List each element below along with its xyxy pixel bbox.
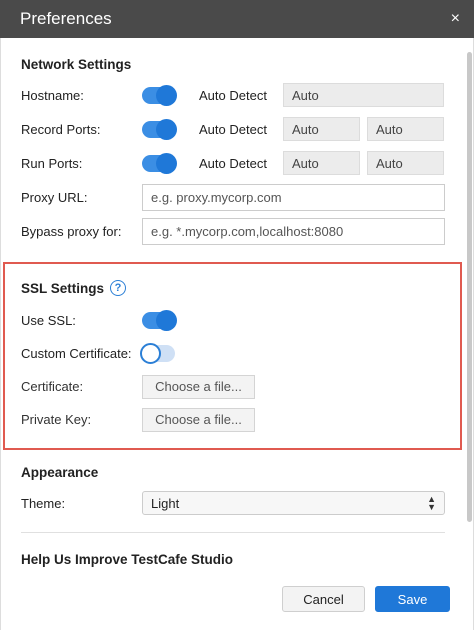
run-port-1-field[interactable]: Auto xyxy=(283,151,360,175)
cancel-button[interactable]: Cancel xyxy=(282,586,365,612)
appearance-title: Appearance xyxy=(21,465,99,480)
run-ports-row: Run Ports: Auto Detect Auto Auto xyxy=(21,146,453,180)
use-ssl-label: Use SSL: xyxy=(21,313,76,328)
scrollbar[interactable] xyxy=(466,38,473,558)
hostname-field[interactable]: Auto xyxy=(283,83,444,107)
dialog-footer: Cancel Save xyxy=(0,568,474,630)
bypass-proxy-input[interactable]: e.g. *.mycorp.com,localhost:8080 xyxy=(142,217,445,245)
title-bar: Preferences × xyxy=(0,0,474,38)
ssl-settings-header: SSL Settings ? xyxy=(21,272,460,304)
certificate-row: Certificate: Choose a file... xyxy=(21,370,460,403)
section-divider xyxy=(21,532,445,533)
certificate-label: Certificate: xyxy=(21,379,84,394)
help-improve-title: Help Us Improve TestCafe Studio xyxy=(21,552,234,567)
close-icon[interactable]: × xyxy=(451,11,460,27)
window-title: Preferences xyxy=(20,9,112,28)
help-icon[interactable]: ? xyxy=(110,280,127,296)
record-port-1-field[interactable]: Auto xyxy=(283,117,360,141)
private-key-choose-file-button[interactable]: Choose a file... xyxy=(142,407,255,432)
hostname-row: Hostname: Auto Detect Auto xyxy=(21,78,453,112)
save-button[interactable]: Save xyxy=(375,586,450,612)
proxy-url-row: Proxy URL: e.g. proxy.mycorp.com xyxy=(21,180,453,214)
record-port-2-field[interactable]: Auto xyxy=(367,117,444,141)
private-key-row: Private Key: Choose a file... xyxy=(21,403,460,436)
run-ports-auto-detect-toggle[interactable] xyxy=(142,152,177,174)
network-settings-title: Network Settings xyxy=(21,57,132,72)
custom-certificate-toggle[interactable] xyxy=(140,343,175,364)
bypass-proxy-label: Bypass proxy for: xyxy=(21,223,122,239)
preferences-content: Network Settings Hostname: Auto Detect A… xyxy=(0,38,474,568)
theme-selected-value: Light xyxy=(151,495,180,511)
bypass-proxy-row: Bypass proxy for: e.g. *.mycorp.com,loca… xyxy=(21,214,453,248)
select-arrows-icon: ▲ ▼ xyxy=(427,494,436,512)
use-ssl-row: Use SSL: xyxy=(21,304,460,337)
ssl-settings-title: SSL Settings xyxy=(21,280,105,296)
proxy-url-label: Proxy URL: xyxy=(21,189,88,205)
record-ports-label: Record Ports: xyxy=(21,121,101,137)
record-ports-mode-label: Auto Detect xyxy=(199,121,267,137)
record-ports-row: Record Ports: Auto Detect Auto Auto xyxy=(21,112,453,146)
theme-select[interactable]: Light ▲ ▼ xyxy=(142,491,445,515)
certificate-choose-file-button[interactable]: Choose a file... xyxy=(142,374,255,399)
private-key-label: Private Key: xyxy=(21,412,92,427)
custom-certificate-label: Custom Certificate: xyxy=(21,346,132,361)
record-ports-auto-detect-toggle[interactable] xyxy=(142,118,177,140)
ssl-settings-section: SSL Settings ? Use SSL: Custom Certifica… xyxy=(3,262,462,450)
network-settings-section: Network Settings Hostname: Auto Detect A… xyxy=(1,38,473,248)
run-port-2-field[interactable]: Auto xyxy=(367,151,444,175)
use-ssl-toggle[interactable] xyxy=(142,310,177,331)
theme-label: Theme: xyxy=(21,495,66,511)
hostname-mode-label: Auto Detect xyxy=(199,87,267,103)
proxy-url-input[interactable]: e.g. proxy.mycorp.com xyxy=(142,183,445,211)
appearance-section: Appearance Theme: Light ▲ ▼ xyxy=(1,450,473,520)
theme-row: Theme: Light ▲ ▼ xyxy=(21,486,453,520)
run-ports-label: Run Ports: xyxy=(21,155,83,171)
custom-certificate-row: Custom Certificate: xyxy=(21,337,460,370)
scrollbar-thumb[interactable] xyxy=(467,52,472,522)
hostname-auto-detect-toggle[interactable] xyxy=(142,84,177,106)
run-ports-mode-label: Auto Detect xyxy=(199,155,267,171)
hostname-label: Hostname: xyxy=(21,87,84,103)
